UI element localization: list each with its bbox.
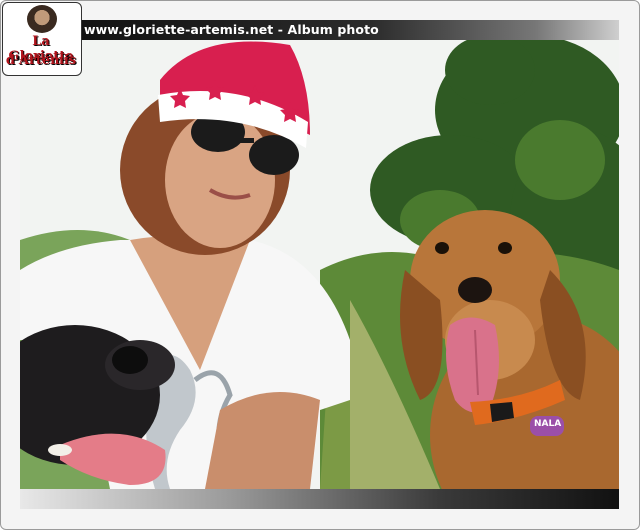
site-logo[interactable]: La Gloriette d'Artémis bbox=[2, 2, 82, 76]
dog-tag-text: NALA bbox=[534, 419, 562, 429]
logo-line-2: d'Artémis bbox=[5, 53, 77, 68]
photo-canvas bbox=[20, 40, 619, 489]
footer-bar bbox=[20, 489, 619, 509]
site-title[interactable]: www.gloriette-artemis.net - Album photo bbox=[84, 22, 379, 37]
album-photo[interactable]: NALA bbox=[20, 40, 619, 489]
header-bar: www.gloriette-artemis.net - Album photo bbox=[66, 20, 619, 40]
logo-portrait-icon bbox=[27, 5, 57, 33]
